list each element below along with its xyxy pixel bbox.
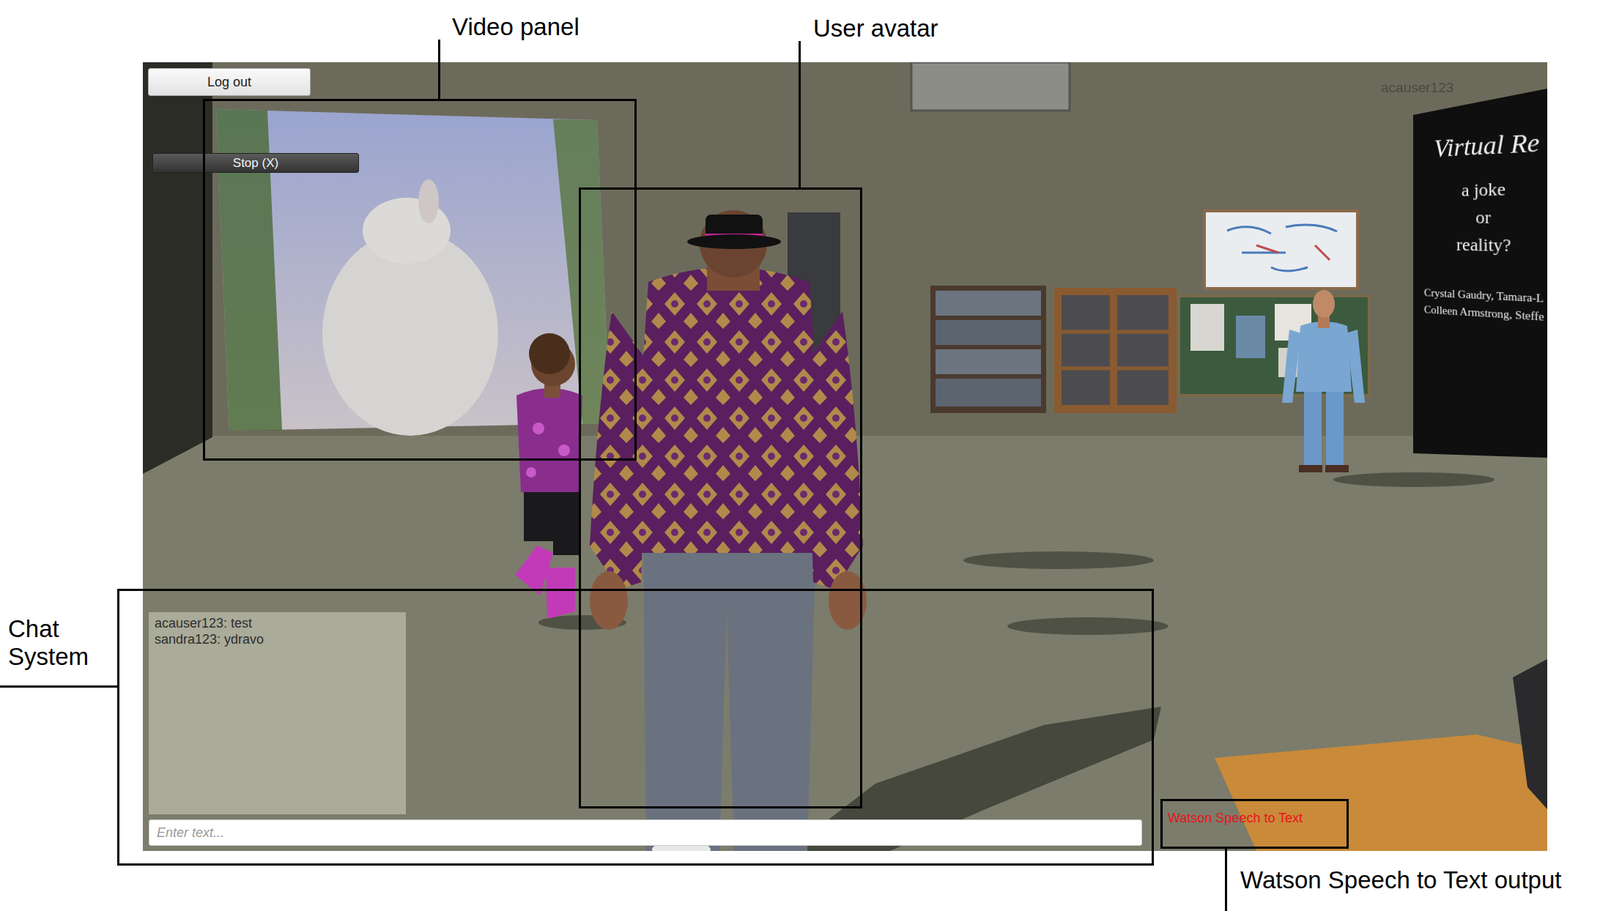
poster-text: Virtual Rea jokeorreality? Crystal Gaudr…	[1421, 126, 1548, 325]
callout-line	[0, 685, 118, 688]
table	[1214, 734, 1548, 852]
chat-log: acauser123: testsandra123: ydravo	[148, 612, 406, 815]
ceiling-panel	[911, 62, 1070, 111]
speech-output-callout-box	[1160, 799, 1349, 850]
poster-line: a joke	[1421, 173, 1548, 205]
callout-line	[798, 41, 801, 189]
npc-avatar	[1282, 290, 1365, 473]
chat-system-callout-box	[117, 589, 1154, 866]
shadow	[963, 551, 1154, 570]
monitor	[1512, 659, 1548, 810]
poster-line: reality?	[1421, 230, 1548, 261]
video-panel-label: Video panel	[452, 13, 580, 42]
user-avatar	[589, 210, 867, 852]
annotated-screenshot: Log out Stop (X) acauser123 Virtual Rea …	[0, 0, 1600, 911]
bookshelf	[930, 285, 1047, 414]
speech-output-label: Watson Speech to Text output	[1240, 866, 1562, 895]
left-wall	[142, 62, 213, 474]
bookcase	[1054, 287, 1177, 414]
virtual-world-viewport[interactable]: Log out Stop (X) acauser123 Virtual Rea …	[142, 62, 1548, 852]
video-panel-callout-box	[202, 98, 637, 461]
shadow	[1333, 472, 1495, 488]
logout-button[interactable]: Log out	[147, 68, 311, 96]
user-avatar-label: User avatar	[813, 14, 939, 43]
callout-line	[438, 39, 441, 100]
callout-line	[1224, 848, 1228, 911]
username-label: acauser123	[1380, 79, 1454, 96]
poster-line: or	[1421, 202, 1548, 231]
poster-author: Crystal Gaudry, Tamara-L	[1421, 286, 1548, 307]
chat-message: sandra123: ydravo	[154, 631, 400, 648]
notice-board	[1178, 295, 1370, 396]
chat-message: acauser123: test	[154, 615, 400, 632]
speech-to-text-output: Watson Speech to Text	[1167, 810, 1303, 827]
shadow	[1007, 617, 1169, 636]
user-avatar-callout-box	[578, 187, 863, 809]
whiteboard	[1204, 210, 1358, 289]
stop-video-button[interactable]: Stop (X)	[152, 153, 359, 173]
chat-system-label: Chat System	[8, 615, 104, 672]
chat-input[interactable]	[148, 819, 1143, 847]
